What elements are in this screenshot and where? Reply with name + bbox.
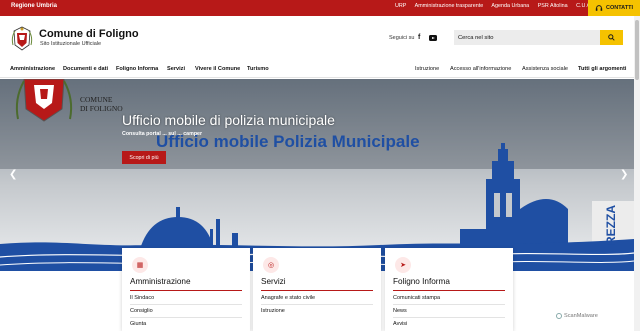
card-title[interactable]: Amministrazione bbox=[130, 277, 191, 286]
card-link[interactable]: Istruzione bbox=[261, 308, 285, 314]
card-amministrazione[interactable]: ▦ Amministrazione Il Sindaco Consiglio G… bbox=[122, 248, 250, 331]
send-icon: ➤ bbox=[395, 257, 411, 273]
card-title[interactable]: Foligno Informa bbox=[393, 277, 450, 286]
card-divider bbox=[130, 290, 242, 291]
calendar-icon: ▦ bbox=[132, 257, 148, 273]
card-divider bbox=[261, 290, 373, 291]
nav-item-foligno-informa[interactable]: Foligno Informa bbox=[116, 66, 158, 72]
search-icon bbox=[608, 34, 615, 41]
card-foligno-informa[interactable]: ➤ Foligno Informa Comunicati stampa News… bbox=[385, 248, 513, 331]
discover-button[interactable]: Scopri di più bbox=[122, 151, 166, 164]
nav-item-amministrazione[interactable]: Amministrazione bbox=[10, 66, 55, 72]
watermark-icon bbox=[556, 313, 562, 319]
top-links: URP Amministrazione trasparente Agenda U… bbox=[395, 3, 600, 9]
page-scrollbar[interactable] bbox=[634, 16, 640, 331]
carousel-next-icon[interactable]: ❯ bbox=[620, 169, 628, 180]
scrollbar-thumb[interactable] bbox=[635, 20, 639, 80]
region-link[interactable]: Regione Umbria bbox=[11, 3, 57, 9]
top-link-agenda[interactable]: Agenda Urbana bbox=[491, 3, 529, 9]
card-separator bbox=[261, 304, 373, 305]
card-link[interactable]: Comunicati stampa bbox=[393, 295, 440, 301]
nav-item-documenti[interactable]: Documenti e dati bbox=[63, 66, 108, 72]
card-separator bbox=[393, 317, 505, 318]
facebook-icon[interactable]: f bbox=[418, 34, 420, 41]
top-link-urp[interactable]: URP bbox=[395, 3, 406, 9]
card-link[interactable]: Giunta bbox=[130, 321, 146, 327]
nav-item-accesso[interactable]: Accesso all'informazione bbox=[450, 66, 511, 72]
nav-item-assistenza[interactable]: Assistenza sociale bbox=[522, 66, 568, 72]
crest-logo[interactable] bbox=[11, 25, 33, 51]
card-divider bbox=[393, 290, 505, 291]
card-link[interactable]: Avvisi bbox=[393, 321, 407, 327]
logo-line-2: DI FOLIGNO bbox=[80, 103, 123, 113]
contacts-button[interactable]: CONTATTI bbox=[588, 0, 640, 16]
search-input[interactable] bbox=[454, 30, 600, 45]
top-link-trasparente[interactable]: Amministrazione trasparente bbox=[415, 3, 484, 9]
nav-item-turismo[interactable]: Turismo bbox=[247, 66, 269, 72]
card-link[interactable]: Il Sindaco bbox=[130, 295, 154, 301]
card-separator bbox=[130, 317, 242, 318]
card-title[interactable]: Servizi bbox=[261, 277, 286, 286]
nav-item-istruzione[interactable]: Istruzione bbox=[415, 66, 439, 72]
site-header: Comune di Foligno Sito Istituzionale Uff… bbox=[0, 16, 640, 60]
hero-title[interactable]: Ufficio mobile di polizia municipale bbox=[122, 112, 335, 128]
vehicle-logo-text: COMUNE DI FOLIGNO bbox=[80, 95, 123, 113]
nav-item-vivere[interactable]: Vivere il Comune bbox=[195, 66, 240, 72]
headset-icon bbox=[595, 5, 603, 11]
card-link[interactable]: Anagrafe e stato civile bbox=[261, 295, 315, 301]
social-label: Seguici su bbox=[389, 35, 415, 41]
card-link[interactable]: News bbox=[393, 308, 407, 314]
contacts-label: CONTATTI bbox=[606, 5, 633, 11]
top-bar: Regione Umbria URP Amministrazione trasp… bbox=[0, 0, 640, 16]
site-title[interactable]: Comune di Foligno bbox=[39, 28, 139, 40]
main-nav: Amministrazione Documenti e dati Foligno… bbox=[0, 60, 634, 78]
globe-icon: ◎ bbox=[263, 257, 279, 273]
youtube-icon[interactable] bbox=[429, 35, 437, 41]
watermark-label: ScanMalware bbox=[564, 313, 598, 319]
nav-item-servizi[interactable]: Servizi bbox=[167, 66, 185, 72]
hero-subtitle: Consulta portal ... sul ... camper bbox=[122, 131, 203, 137]
site-subtitle: Sito Istituzionale Ufficiale bbox=[40, 41, 102, 47]
hero-carousel: COMUNE DI FOLIGNO Ufficio mobile Polizia… bbox=[0, 79, 634, 271]
card-separator bbox=[393, 304, 505, 305]
card-link[interactable]: Consiglio bbox=[130, 308, 153, 314]
search-button[interactable] bbox=[600, 30, 623, 45]
card-separator bbox=[130, 304, 242, 305]
top-link-psr[interactable]: PSR Altolina bbox=[538, 3, 568, 9]
watermark-badge: ScanMalware bbox=[553, 310, 633, 322]
nav-item-tutti-argomenti[interactable]: Tutti gli argomenti bbox=[578, 66, 626, 72]
vehicle-side-text: REZZA bbox=[604, 205, 618, 245]
card-servizi[interactable]: ◎ Servizi Anagrafe e stato civile Istruz… bbox=[253, 248, 381, 331]
carousel-prev-icon[interactable]: ❮ bbox=[9, 169, 17, 180]
